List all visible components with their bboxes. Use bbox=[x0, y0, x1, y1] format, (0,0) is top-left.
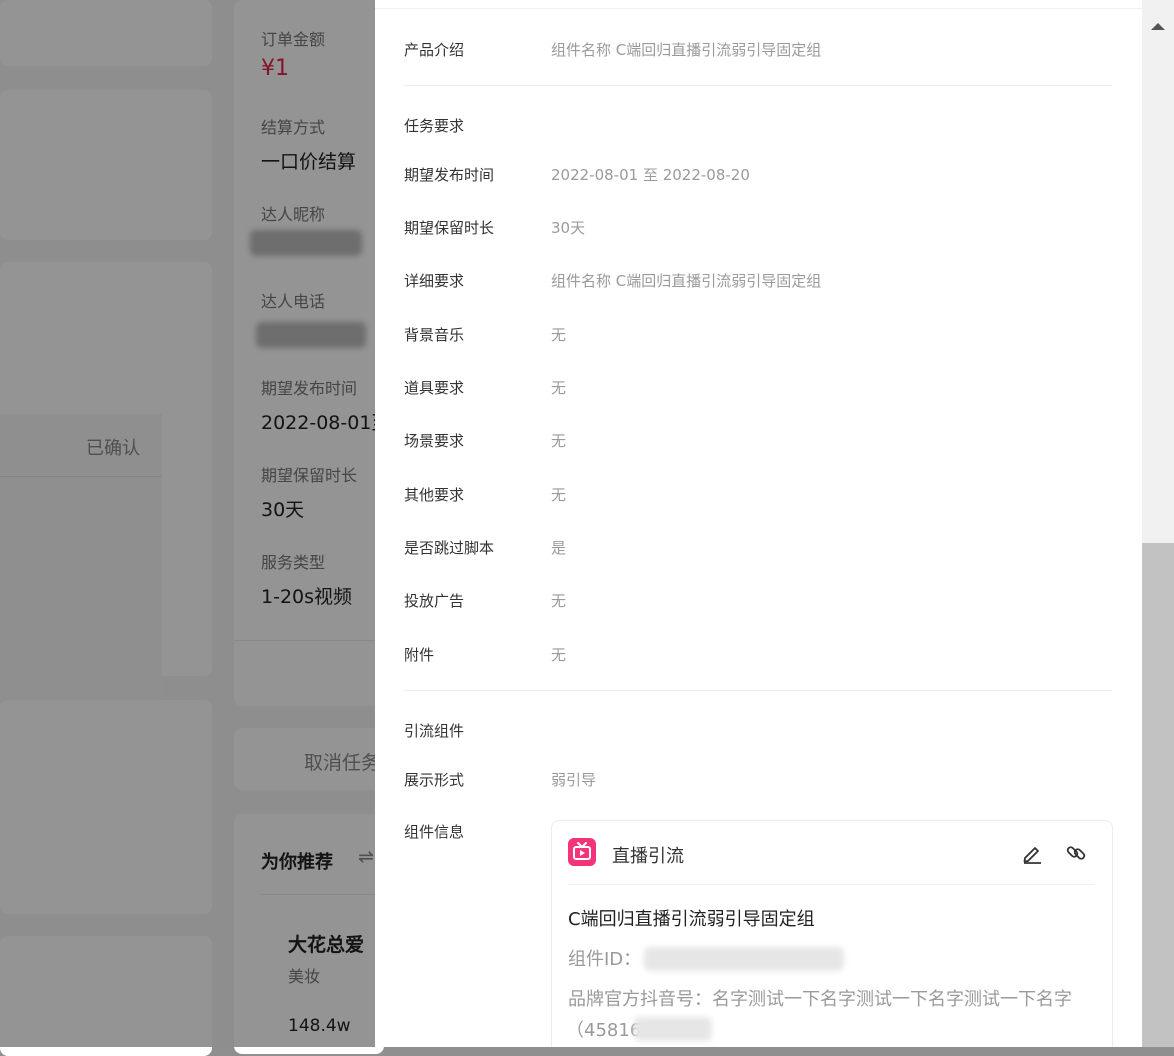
requirement-label: 背景音乐 bbox=[404, 326, 465, 344]
requirement-label: 是否跳过脚本 bbox=[404, 539, 495, 557]
requirement-label: 其他要求 bbox=[404, 486, 465, 504]
scroll-up-arrow-icon[interactable] bbox=[1142, 14, 1174, 34]
requirement-value: 无 bbox=[551, 379, 567, 397]
requirement-row: 期望发布时间 2022-08-01 至 2022-08-20 bbox=[404, 164, 1112, 186]
brand-account-id-blurred bbox=[634, 1017, 712, 1041]
requirement-row: 其他要求 无 bbox=[404, 484, 1112, 506]
requirement-value: 无 bbox=[551, 592, 567, 610]
traffic-component-title: 引流组件 bbox=[404, 722, 465, 740]
product-intro-row: 产品介绍 组件名称 C端回归直播引流弱引导固定组 bbox=[404, 39, 1112, 61]
requirement-value: 无 bbox=[551, 432, 567, 450]
requirement-value: 2022-08-01 至 2022-08-20 bbox=[551, 166, 750, 184]
requirement-row: 投放广告 无 bbox=[404, 590, 1112, 612]
edit-icon[interactable] bbox=[1020, 841, 1044, 865]
card-divider bbox=[568, 884, 1094, 885]
requirement-row: 道具要求 无 bbox=[404, 377, 1112, 399]
section-divider bbox=[404, 85, 1112, 86]
requirement-value: 无 bbox=[551, 486, 567, 504]
requirement-row: 期望保留时长 30天 bbox=[404, 217, 1112, 239]
requirement-label: 期望保留时长 bbox=[404, 219, 495, 237]
component-id-label: 组件ID： bbox=[568, 949, 642, 970]
link-icon[interactable] bbox=[1064, 841, 1088, 865]
brand-account-id: （45816 bbox=[566, 1020, 642, 1041]
requirement-row: 详细要求 组件名称 C端回归直播引流弱引导固定组 bbox=[404, 270, 1112, 292]
component-id-blurred bbox=[644, 947, 844, 971]
product-intro-value: 组件名称 C端回归直播引流弱引导固定组 bbox=[551, 41, 822, 59]
section-divider bbox=[404, 690, 1112, 691]
display-form-label: 展示形式 bbox=[404, 771, 465, 789]
requirement-label: 道具要求 bbox=[404, 379, 465, 397]
scrollbar-thumb[interactable] bbox=[1142, 543, 1174, 1047]
requirement-row: 附件 无 bbox=[404, 644, 1112, 666]
requirement-value: 30天 bbox=[551, 219, 586, 237]
live-tv-icon bbox=[568, 838, 596, 866]
task-detail-drawer: 产品介绍 组件名称 C端回归直播引流弱引导固定组 任务要求 期望发布时间 202… bbox=[375, 0, 1142, 1047]
requirement-label: 附件 bbox=[404, 646, 435, 664]
drawer-top-divider bbox=[375, 8, 1142, 9]
task-requirements-title: 任务要求 bbox=[404, 117, 465, 135]
component-info-card: 直播引流 C端回归直播引流弱引导固定组 组件ID： 品牌官方抖音号：名字测试一下… bbox=[551, 820, 1113, 1047]
requirement-label: 期望发布时间 bbox=[404, 166, 495, 184]
requirement-value: 无 bbox=[551, 646, 567, 664]
requirement-label: 场景要求 bbox=[404, 432, 465, 450]
requirement-value: 无 bbox=[551, 326, 567, 344]
component-info-label: 组件信息 bbox=[404, 823, 465, 841]
requirement-row: 场景要求 无 bbox=[404, 430, 1112, 452]
requirement-row: 背景音乐 无 bbox=[404, 324, 1112, 346]
requirement-label: 投放广告 bbox=[404, 592, 465, 610]
component-name: C端回归直播引流弱引导固定组 bbox=[568, 909, 815, 930]
vertical-scrollbar[interactable] bbox=[1142, 0, 1174, 1047]
component-card-title: 直播引流 bbox=[612, 846, 684, 867]
display-form-value: 弱引导 bbox=[551, 771, 597, 789]
product-intro-label: 产品介绍 bbox=[404, 41, 465, 59]
requirement-value: 是 bbox=[551, 539, 567, 557]
requirement-row: 是否跳过脚本 是 bbox=[404, 537, 1112, 559]
brand-account-label: 品牌官方抖音号：名字测试一下名字测试一下名字测试一下名字 bbox=[568, 989, 1072, 1010]
display-form-row: 展示形式 弱引导 bbox=[404, 769, 1112, 791]
requirement-label: 详细要求 bbox=[404, 272, 465, 290]
requirement-value: 组件名称 C端回归直播引流弱引导固定组 bbox=[551, 272, 822, 290]
